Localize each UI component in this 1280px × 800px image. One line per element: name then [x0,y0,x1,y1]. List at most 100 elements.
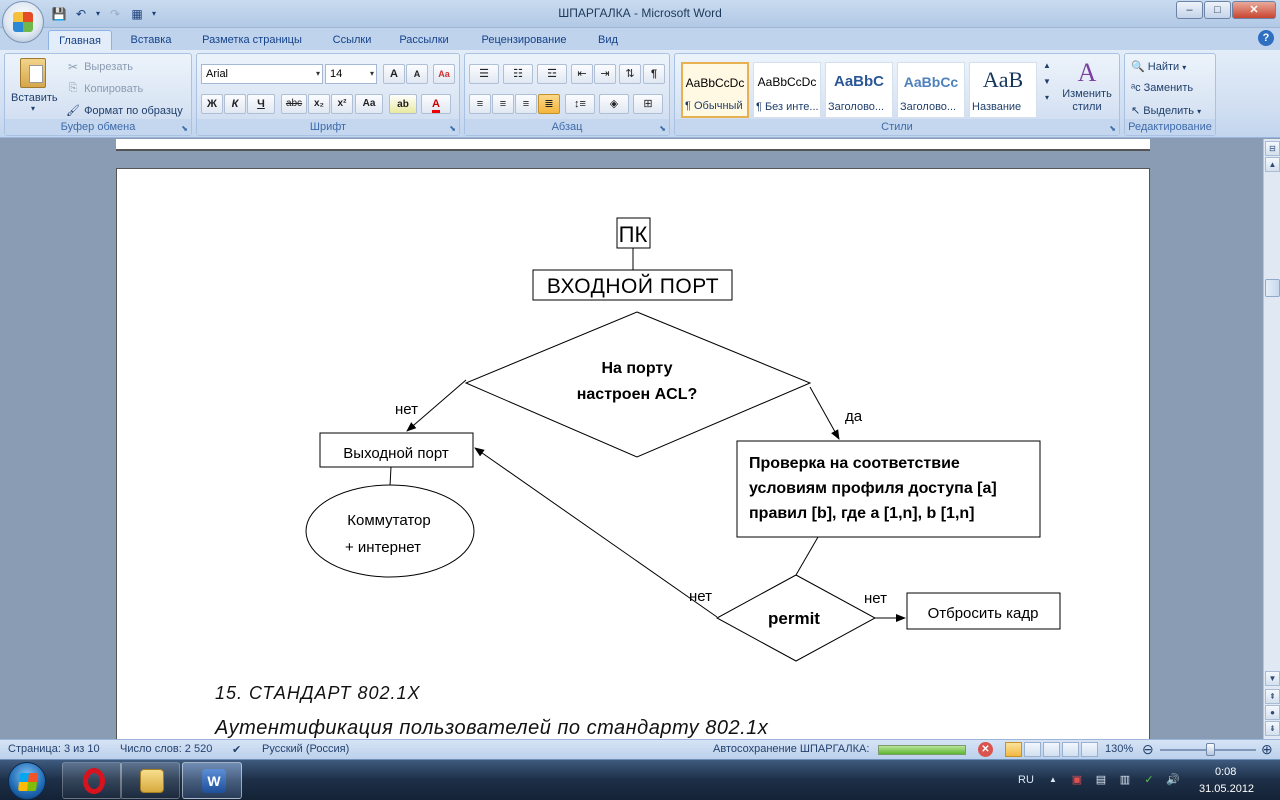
maximize-button[interactable]: □ [1204,1,1231,19]
cancel-autosave-icon[interactable]: ✕ [978,742,993,757]
draft-view-icon[interactable] [1081,742,1098,757]
page-counter[interactable]: Страница: 3 из 10 [8,743,100,755]
italic-button[interactable]: К [224,94,246,114]
underline-button[interactable]: Ч [247,94,275,114]
select-button[interactable]: ↖ Выделить ▾ [1131,104,1201,117]
font-color-button[interactable]: A [421,94,451,114]
clear-formatting-button[interactable]: Aa [433,64,455,84]
align-right-button[interactable]: ≡ [515,94,537,114]
style-no-spacing[interactable]: AaBbCcDc ¶ Без инте... [753,62,821,118]
superscript-button[interactable]: x² [331,94,353,114]
font-color-icon: A [432,98,440,113]
clock-time[interactable]: 0:08 [1215,766,1236,778]
clipboard-tray-icon[interactable]: ▤ [1094,773,1108,787]
word-count[interactable]: Число слов: 2 520 [120,743,212,755]
line-spacing-button[interactable]: ↕≡ [565,94,595,114]
tab-home[interactable]: Главная [48,30,112,50]
style-title[interactable]: AaB Название [969,62,1037,118]
shrink-font-button[interactable]: A [406,64,428,84]
show-marks-button[interactable]: ¶ [643,64,665,84]
multilevel-button[interactable]: ☲ [537,64,567,84]
scroll-up-icon[interactable]: ▲ [1041,58,1053,74]
style-heading-2[interactable]: AaBbCc Заголово... [897,62,965,118]
align-left-button[interactable]: ≡ [469,94,491,114]
volume-icon[interactable]: 🔊 [1166,773,1180,787]
close-button[interactable]: ✕ [1232,1,1276,19]
tab-page-layout[interactable]: Разметка страницы [190,30,314,50]
ruler-toggle-icon[interactable]: ⊟ [1265,141,1280,156]
taskbar-explorer[interactable] [120,762,180,799]
taskbar-opera[interactable] [62,762,122,799]
tab-insert[interactable]: Вставка [120,30,182,50]
document-page[interactable]: ПК ВХОДНОЙ ПОРТ На порту настроен ACL? н… [116,168,1150,739]
language-indicator[interactable]: RU [1016,773,1036,787]
help-icon[interactable]: ? [1258,30,1274,46]
security-icon[interactable]: ✓ [1142,773,1156,787]
clock-date[interactable]: 31.05.2012 [1199,783,1254,795]
grow-font-button[interactable]: A [383,64,405,84]
font-family-combo[interactable]: Arial ▾ [201,64,323,84]
style-heading-1[interactable]: AaBbC Заголово... [825,62,893,118]
decrease-indent-button[interactable]: ⇤ [571,64,593,84]
minimize-button[interactable]: – [1176,1,1203,19]
strikethrough-button[interactable]: abc [281,94,307,114]
network-icon[interactable]: ▥ [1118,773,1132,787]
paragraph-launcher-icon[interactable]: ⬊ [659,124,666,133]
borders-button[interactable]: ⊞ [633,94,663,114]
styles-launcher-icon[interactable]: ⬊ [1109,124,1116,133]
cut-button[interactable]: ✂ Вырезать [65,60,133,74]
numbering-button[interactable]: ☷ [503,64,533,84]
clipboard-launcher-icon[interactable]: ⬊ [181,124,188,133]
zoom-out-icon[interactable]: ⊖ [1142,741,1154,758]
scrollbar-thumb[interactable] [1265,279,1280,297]
zoom-in-icon[interactable]: ⊕ [1261,741,1273,758]
sort-button[interactable]: ⇅ [619,64,641,84]
format-painter-button[interactable]: 🖌 Формат по образцу [65,104,183,118]
previous-page-icon[interactable]: ⇞ [1265,689,1280,704]
paste-button[interactable]: Вставить ▾ [11,58,58,113]
print-layout-view-icon[interactable] [1005,742,1022,757]
taskbar-word[interactable]: W [182,762,242,799]
bullets-button[interactable]: ☰ [469,64,499,84]
align-center-button[interactable]: ≡ [492,94,514,114]
subscript-button[interactable]: x₂ [308,94,330,114]
web-layout-view-icon[interactable] [1043,742,1060,757]
office-button[interactable] [2,1,44,43]
change-styles-button[interactable]: A Изменить стили [1057,58,1117,114]
tab-review[interactable]: Рецензирование [466,30,582,50]
spellcheck-icon[interactable]: ✔ [232,743,241,756]
scroll-up-icon[interactable]: ▲ [1265,157,1280,172]
highlight-button[interactable]: ab [389,94,417,114]
style-normal[interactable]: AaBbCcDc ¶ Обычный [681,62,749,118]
change-case-button[interactable]: Aa [355,94,383,114]
bold-button[interactable]: Ж [201,94,223,114]
font-launcher-icon[interactable]: ⬊ [449,124,456,133]
start-button[interactable] [8,762,46,800]
language-status[interactable]: Русский (Россия) [262,743,349,755]
tab-mailings[interactable]: Рассылки [390,30,458,50]
browse-object-icon[interactable]: ● [1265,705,1280,720]
next-page-icon[interactable]: ⇟ [1265,721,1280,736]
tab-references[interactable]: Ссылки [322,30,382,50]
shading-button[interactable]: ◈ [599,94,629,114]
styles-scroll-buttons[interactable]: ▲ ▼ ▾ [1041,58,1053,106]
zoom-slider-thumb[interactable] [1206,743,1215,756]
font-size-combo[interactable]: 14 ▾ [325,64,377,84]
cursor-icon: ↖ [1131,105,1141,117]
justify-button[interactable]: ≣ [538,94,560,114]
scroll-down-icon[interactable]: ▼ [1265,671,1280,686]
replace-button[interactable]: ᵃc Заменить [1131,82,1193,94]
tray-app-icon[interactable]: ▣ [1070,773,1084,787]
scroll-down-icon[interactable]: ▼ [1041,74,1053,90]
show-hidden-icons-icon[interactable]: ▲ [1046,773,1060,787]
title-bar: 💾 ↶ ▾ ↷ ▦ ▾ ШПАРГАЛКА - Microsoft Word –… [0,0,1280,43]
outline-view-icon[interactable] [1062,742,1079,757]
full-screen-reading-view-icon[interactable] [1024,742,1041,757]
find-button[interactable]: 🔍 Найти ▾ [1131,60,1186,73]
more-styles-icon[interactable]: ▾ [1041,90,1053,106]
increase-indent-button[interactable]: ⇥ [594,64,616,84]
zoom-level[interactable]: 130% [1105,743,1133,755]
tab-view[interactable]: Вид [590,30,626,50]
vertical-scrollbar[interactable]: ⊟ ▲ ▼ ⇞ ● ⇟ [1263,139,1280,739]
copy-button[interactable]: ⎘ Копировать [65,82,144,96]
